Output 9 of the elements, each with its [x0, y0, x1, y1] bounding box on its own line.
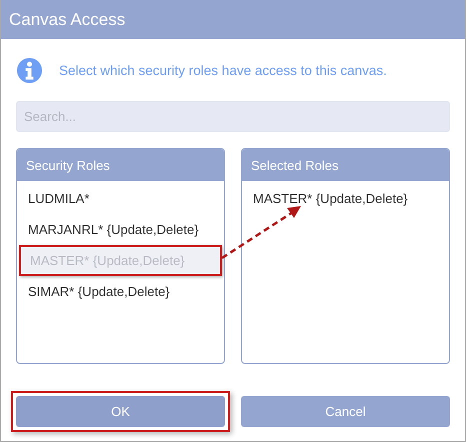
role-item[interactable]: SIMAR* {Update,Delete} [17, 276, 224, 307]
info-message: Select which security roles have access to this canvas. [59, 62, 387, 78]
info-icon [16, 56, 43, 84]
window-title: Canvas Access [9, 10, 126, 30]
role-item[interactable]: MARJANRL* {Update,Delete} [17, 214, 224, 245]
panel-header: Security Roles [17, 149, 224, 181]
panel-header: Selected Roles [242, 149, 449, 181]
role-item[interactable]: LUDMILA* [17, 183, 224, 214]
role-item[interactable]: MASTER* {Update,Delete} [242, 183, 449, 214]
